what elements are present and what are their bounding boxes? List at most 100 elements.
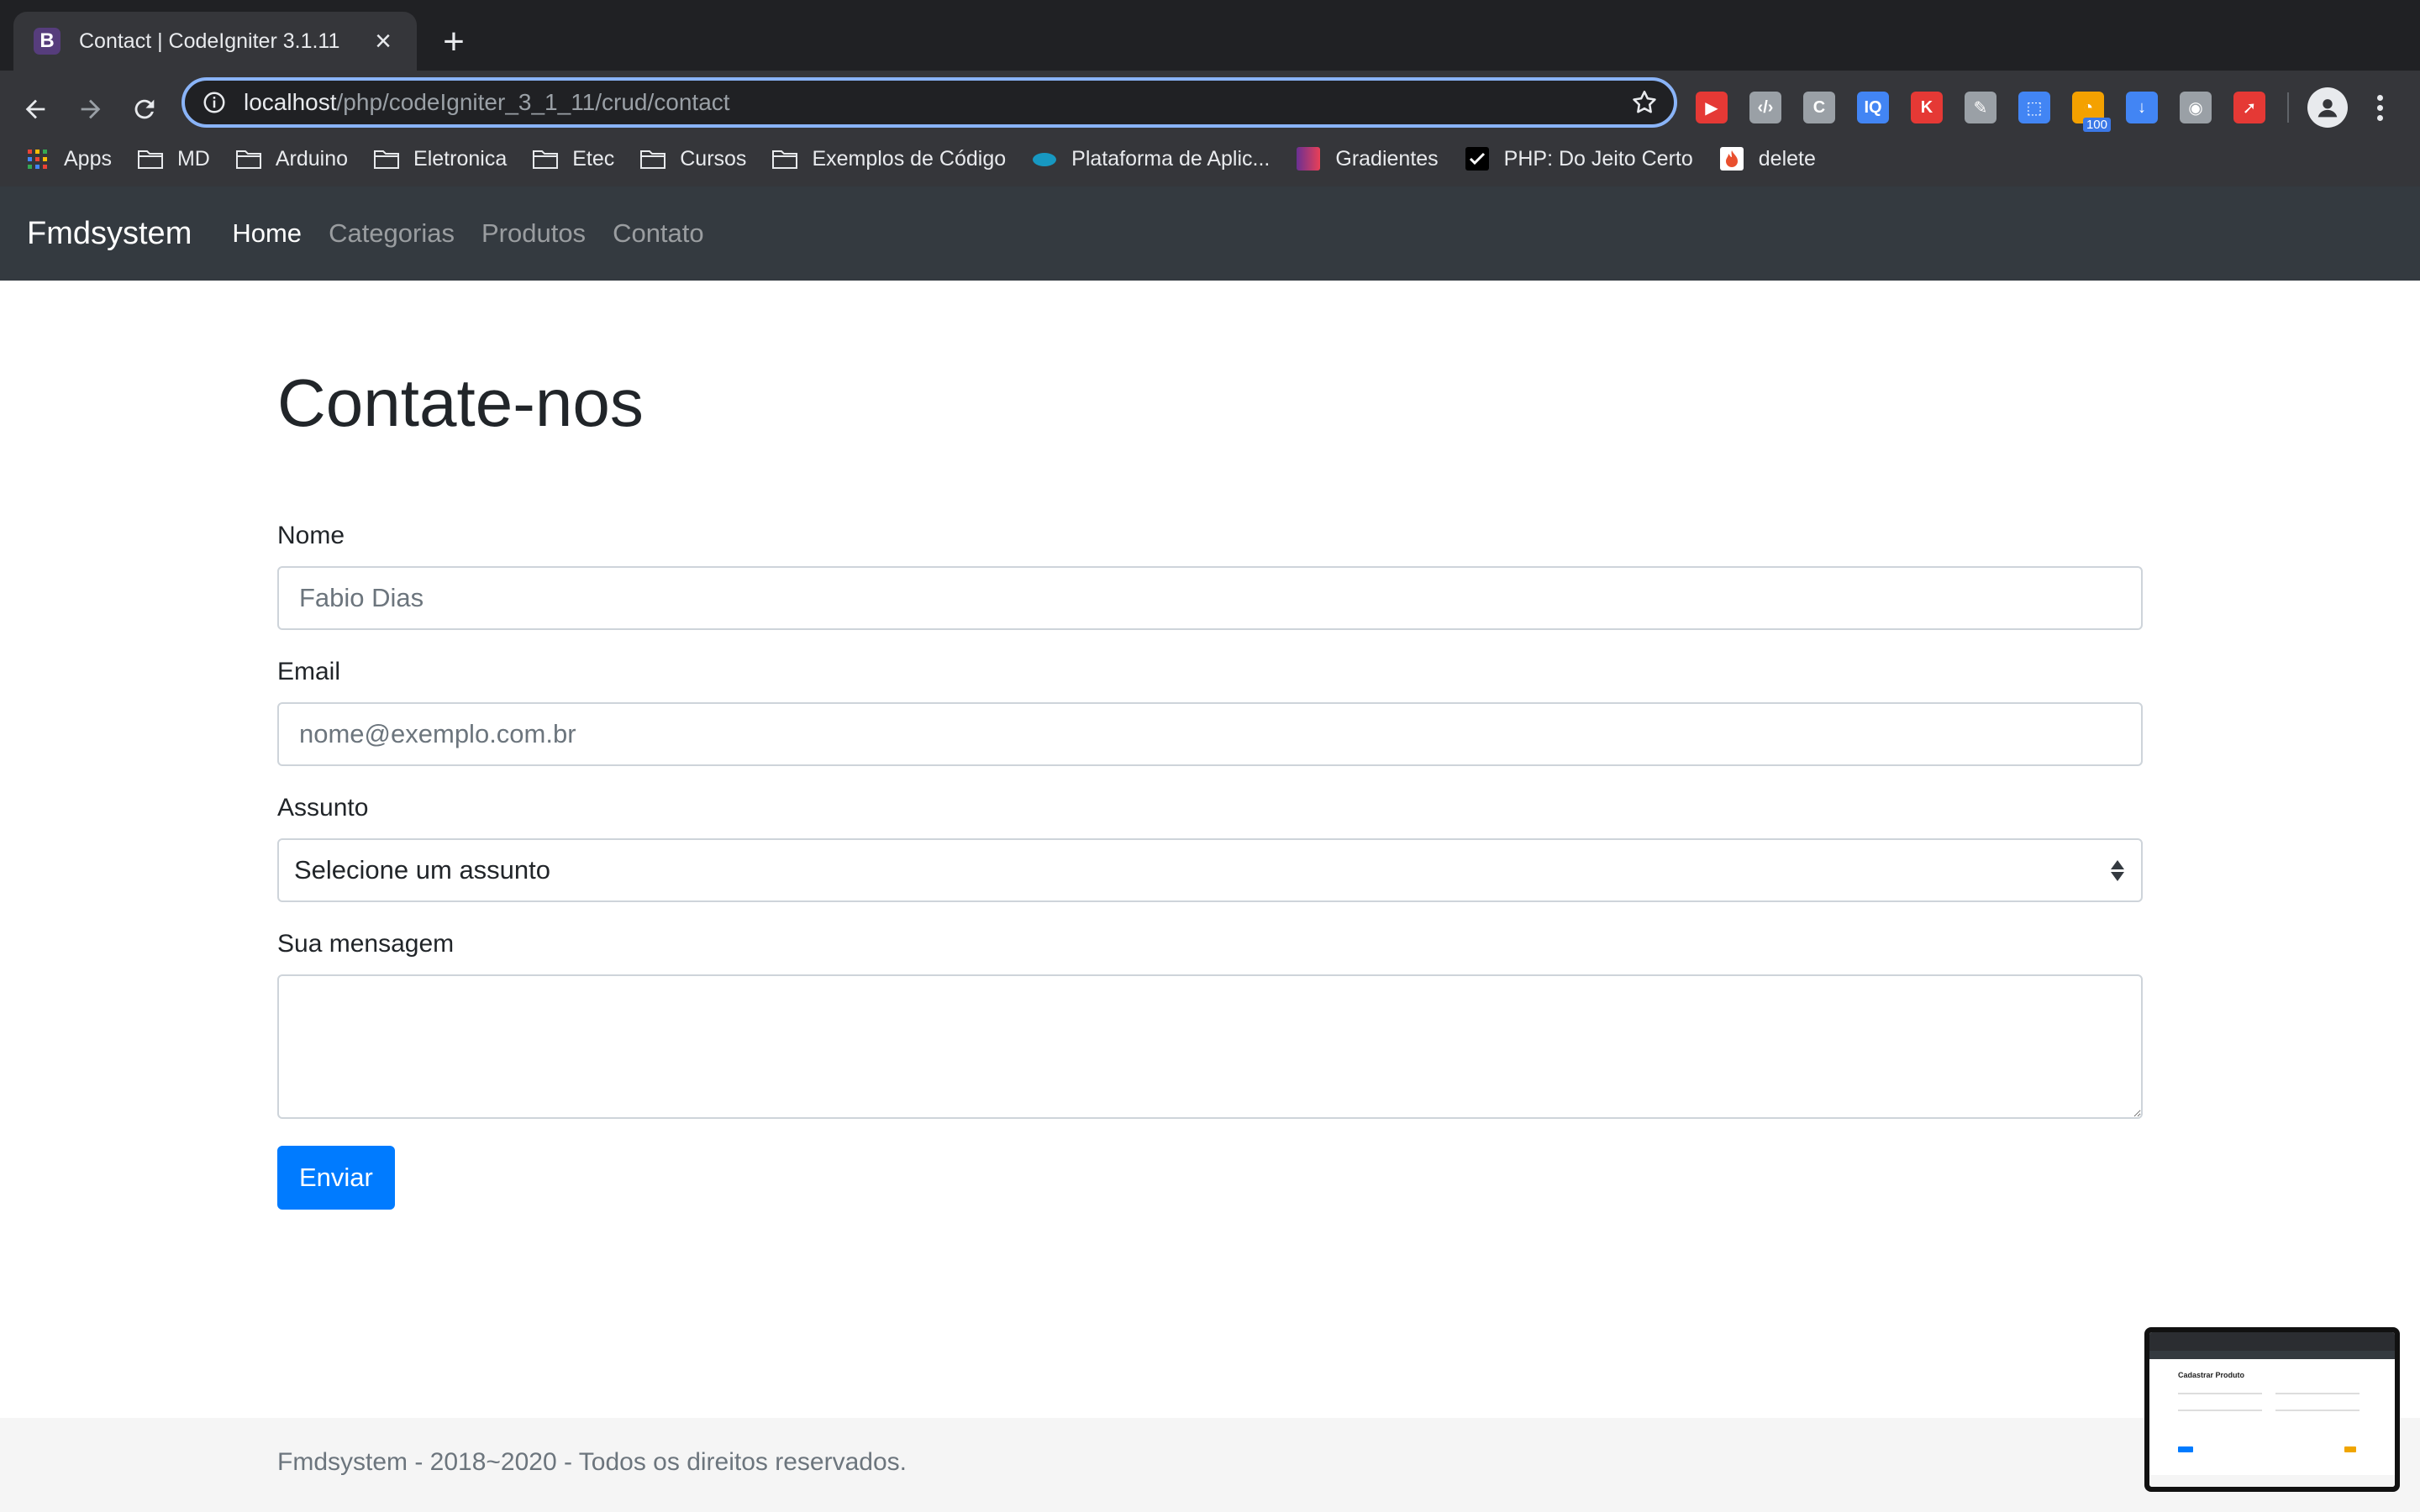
- fire-icon: [1718, 147, 1759, 171]
- email-label: Email: [277, 658, 341, 685]
- youtube-extension-icon[interactable]: ▶: [1696, 92, 1728, 123]
- tab-title: Contact | CodeIgniter 3.1.11: [79, 29, 340, 53]
- nav-link-contato[interactable]: Contato: [613, 218, 704, 249]
- extension-glyph: ✎: [1973, 98, 1988, 118]
- bookmark-label: Etec: [572, 146, 615, 171]
- new-tab-plus-icon[interactable]: +: [437, 24, 471, 60]
- bookmark-gradientes[interactable]: Gradientes: [1295, 146, 1439, 171]
- main-container: Contate-nos Nome Email Assunto Selecione…: [277, 281, 2143, 1210]
- bookmark-label: delete: [1758, 146, 1816, 171]
- subject-group: Assunto Selecione um assunto: [277, 791, 2143, 902]
- bookmarks-bar: Apps MD Arduino Eletronica Etec Cursos Exemplo…: [0, 136, 2420, 181]
- rocket-extension-icon[interactable]: ➚: [2233, 92, 2265, 123]
- bookmark-star-icon[interactable]: [1630, 88, 1659, 117]
- bookmark-php[interactable]: PHP: Do Jeito Certo: [1464, 147, 1693, 171]
- bookmark-delete[interactable]: delete: [1718, 147, 1816, 171]
- reload-icon[interactable]: [121, 86, 168, 133]
- tab-close-icon[interactable]: ×: [368, 26, 398, 56]
- subject-select[interactable]: Selecione um assunto: [277, 838, 2143, 902]
- page-title: Contate-nos: [277, 365, 644, 440]
- name-input[interactable]: [277, 566, 2143, 630]
- extension-glyph: ➚: [2242, 98, 2257, 118]
- extension-badge: 100: [2082, 118, 2111, 132]
- download-extension-icon[interactable]: ↓: [2126, 92, 2158, 123]
- bookmark-exemplos[interactable]: Exemplos de Código: [771, 147, 1006, 171]
- bookmark-label: PHP: Do Jeito Certo: [1503, 146, 1693, 171]
- message-group: Sua mensagem: [277, 927, 2143, 1119]
- bookmark-label: Arduino: [275, 146, 349, 171]
- bookmark-apps[interactable]: Apps: [24, 147, 112, 171]
- message-label: Sua mensagem: [277, 930, 455, 958]
- grammarly-extension-icon[interactable]: C: [1803, 92, 1835, 123]
- bookmark-label: Exemplos de Código: [812, 146, 1007, 171]
- bookmark-label: Plataforma de Aplic...: [1071, 146, 1270, 171]
- iq-extension-icon[interactable]: IQ: [1857, 92, 1889, 123]
- bookmark-label: Apps: [64, 146, 112, 171]
- extension-glyph: ‹/›: [1757, 97, 1774, 117]
- folder-icon: [771, 147, 812, 171]
- contact-form: Nome Email Assunto Selecione um assunto …: [277, 519, 2143, 1210]
- bookmark-label: MD: [176, 146, 210, 171]
- navbar-brand[interactable]: Fmdsystem: [27, 216, 192, 252]
- select-updown-arrows-icon: [2109, 859, 2126, 881]
- message-textarea[interactable]: [277, 974, 2143, 1119]
- browser-tabstrip: B Contact | CodeIgniter 3.1.11 × +: [0, 0, 2420, 71]
- profile-avatar-icon[interactable]: [2307, 87, 2348, 128]
- thumbnail-title: Cadastrar Produto: [2178, 1371, 2245, 1379]
- toolbar-separator: [2287, 92, 2289, 123]
- thumbnail-field: [2178, 1410, 2262, 1411]
- extension-glyph: ↓: [2138, 97, 2146, 117]
- bookmark-cursos[interactable]: Cursos: [639, 147, 746, 171]
- submit-button[interactable]: Enviar: [277, 1146, 395, 1210]
- bookmark-arduino[interactable]: Arduino: [235, 147, 348, 171]
- code-extension-icon[interactable]: ‹/›: [1749, 92, 1781, 123]
- screenshot-preview-thumbnail[interactable]: Cadastrar Produto: [2144, 1327, 2400, 1492]
- salesforce-cloud-icon: [1031, 147, 1071, 171]
- thumbnail-button: [2344, 1446, 2356, 1452]
- browser-tab-active[interactable]: B Contact | CodeIgniter 3.1.11 ×: [13, 12, 417, 71]
- extension-glyph: ▶: [1705, 98, 1718, 118]
- folder-icon: [235, 147, 276, 171]
- rss-extension-icon[interactable]: ◔ 100: [2072, 92, 2111, 132]
- name-group: Nome: [277, 519, 2143, 630]
- nav-link-categorias[interactable]: Categorias: [329, 218, 455, 249]
- bookmark-eletronica[interactable]: Eletronica: [373, 147, 507, 171]
- extension-glyph: C: [1812, 97, 1826, 117]
- folder-icon: [532, 147, 572, 171]
- subject-selected-value: Selecione um assunto: [294, 855, 551, 885]
- name-label: Nome: [277, 522, 345, 549]
- subject-label: Assunto: [277, 794, 369, 822]
- page-footer: Fmdsystem - 2018~2020 - Todos os direito…: [0, 1418, 2420, 1512]
- site-navbar: Fmdsystem Home Categorias Produtos Conta…: [0, 186, 2420, 281]
- window-resizer-extension-icon[interactable]: ⬚: [2018, 92, 2050, 123]
- bookmark-md[interactable]: MD: [137, 147, 210, 171]
- bookmark-label: Gradientes: [1335, 146, 1439, 171]
- eyedropper-extension-icon[interactable]: ✎: [1965, 92, 1996, 123]
- thumbnail-content: Cadastrar Produto: [2149, 1332, 2395, 1487]
- nav-link-produtos[interactable]: Produtos: [481, 218, 586, 249]
- extension-glyph: K: [1920, 97, 1933, 117]
- nav-link-home[interactable]: Home: [232, 218, 302, 249]
- bookmark-etec[interactable]: Etec: [532, 147, 614, 171]
- url-text[interactable]: localhost/php/codeIgniter_3_1_11/crud/co…: [244, 89, 1630, 116]
- extension-glyph: ⬚: [2026, 98, 2043, 118]
- info-circle-icon[interactable]: [202, 90, 227, 115]
- back-arrow-icon[interactable]: [12, 86, 59, 133]
- browser-menu-icon[interactable]: [2370, 94, 2390, 121]
- checkmark-icon: [1464, 147, 1504, 171]
- k-extension-icon[interactable]: K: [1911, 92, 1943, 123]
- circle-extension-icon[interactable]: ◉: [2180, 92, 2212, 123]
- bookmark-plataforma[interactable]: Plataforma de Aplic...: [1031, 147, 1270, 171]
- folder-icon: [639, 147, 680, 171]
- thumbnail-footer: [2149, 1475, 2395, 1487]
- thumbnail-navbar: [2149, 1351, 2395, 1359]
- url-host: localhost: [244, 89, 337, 115]
- apps-grid-icon: [24, 147, 64, 171]
- email-input[interactable]: [277, 702, 2143, 766]
- address-bar[interactable]: localhost/php/codeIgniter_3_1_11/crud/co…: [182, 77, 1677, 128]
- folder-icon: [373, 147, 413, 171]
- thumbnail-field: [2178, 1393, 2262, 1394]
- folder-icon: [137, 147, 177, 171]
- bookmark-label: Eletronica: [413, 146, 508, 171]
- forward-arrow-icon[interactable]: [67, 86, 114, 133]
